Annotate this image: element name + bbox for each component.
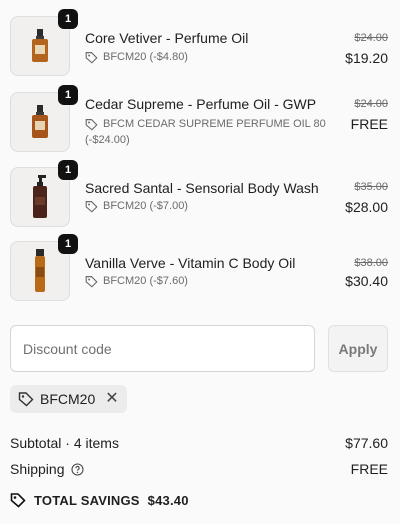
- body-oil-bottle-icon: [35, 249, 45, 292]
- discount-text: BFCM20 (-$4.80): [103, 51, 188, 63]
- quantity-badge: 1: [58, 160, 78, 180]
- item-title: Cedar Supreme - Perfume Oil - GWP: [85, 96, 317, 112]
- remove-discount-icon[interactable]: ✕: [105, 391, 118, 407]
- discount-text-line1: BFCM CEDAR SUPREME PERFUME OIL 80: [103, 118, 326, 130]
- shipping-value: FREE: [350, 461, 388, 477]
- original-price: $38.00: [354, 257, 388, 269]
- subtotal-value: $77.60: [345, 435, 388, 451]
- perfume-bottle-icon: [32, 29, 48, 62]
- subtotal-text: Subtotal · 4 items: [10, 435, 119, 451]
- quantity-badge: 1: [58, 85, 78, 105]
- quantity-badge: 1: [58, 9, 78, 29]
- perfume-bottle-icon: [32, 105, 48, 138]
- product-thumbnail: 1: [10, 160, 78, 229]
- item-discount: BFCM20 (-$7.00): [85, 199, 188, 214]
- product-thumbnail: 1: [10, 9, 78, 78]
- tag-icon: [85, 52, 98, 64]
- applied-discount-chip: BFCM20 ✕: [10, 385, 127, 413]
- total-savings-label: TOTAL SAVINGS: [34, 492, 140, 508]
- item-title: Core Vetiver - Perfume Oil: [85, 30, 249, 46]
- item-price: FREE: [350, 116, 388, 132]
- original-price: $24.00: [354, 98, 388, 110]
- product-thumbnail: 1: [10, 234, 78, 303]
- item-title: Sacred Santal - Sensorial Body Wash: [85, 180, 319, 196]
- item-discount: BFCM20 (-$7.60): [85, 274, 188, 289]
- body-wash-bottle-icon: [33, 175, 47, 218]
- tag-icon: [18, 392, 34, 407]
- tag-icon: [10, 493, 26, 508]
- applied-code-label: BFCM20: [40, 391, 96, 407]
- shipping-text: Shipping: [10, 461, 65, 477]
- discount-text-line2: (-$24.00): [85, 134, 130, 146]
- tag-icon: [85, 119, 98, 131]
- original-price: $24.00: [354, 32, 388, 44]
- total-savings: TOTAL SAVINGS $43.40: [10, 492, 189, 508]
- discount-text: BFCM20 (-$7.00): [103, 200, 188, 212]
- original-price: $35.00: [354, 181, 388, 193]
- item-price: $19.20: [345, 50, 388, 66]
- subtotal-label: Subtotal · 4 items: [10, 435, 119, 451]
- discount-text: BFCM CEDAR SUPREME PERFUME OIL 80 (-$24.…: [85, 117, 326, 148]
- item-discount: BFCM20 (-$4.80): [85, 50, 188, 65]
- item-title: Vanilla Verve - Vitamin C Body Oil: [85, 255, 296, 271]
- item-discount: BFCM CEDAR SUPREME PERFUME OIL 80 (-$24.…: [85, 117, 326, 148]
- item-price: $30.40: [345, 273, 388, 289]
- question-circle-icon[interactable]: [70, 462, 84, 476]
- tag-icon: [85, 201, 98, 213]
- tag-icon: [85, 276, 98, 288]
- total-savings-value: $43.40: [147, 492, 189, 508]
- product-thumbnail: 1: [10, 85, 78, 154]
- discount-code-input[interactable]: [10, 325, 315, 372]
- apply-discount-button[interactable]: Apply: [328, 325, 388, 372]
- quantity-badge: 1: [58, 234, 78, 254]
- shipping-label: Shipping: [10, 461, 84, 477]
- item-price: $28.00: [345, 199, 388, 215]
- discount-text: BFCM20 (-$7.60): [103, 275, 188, 287]
